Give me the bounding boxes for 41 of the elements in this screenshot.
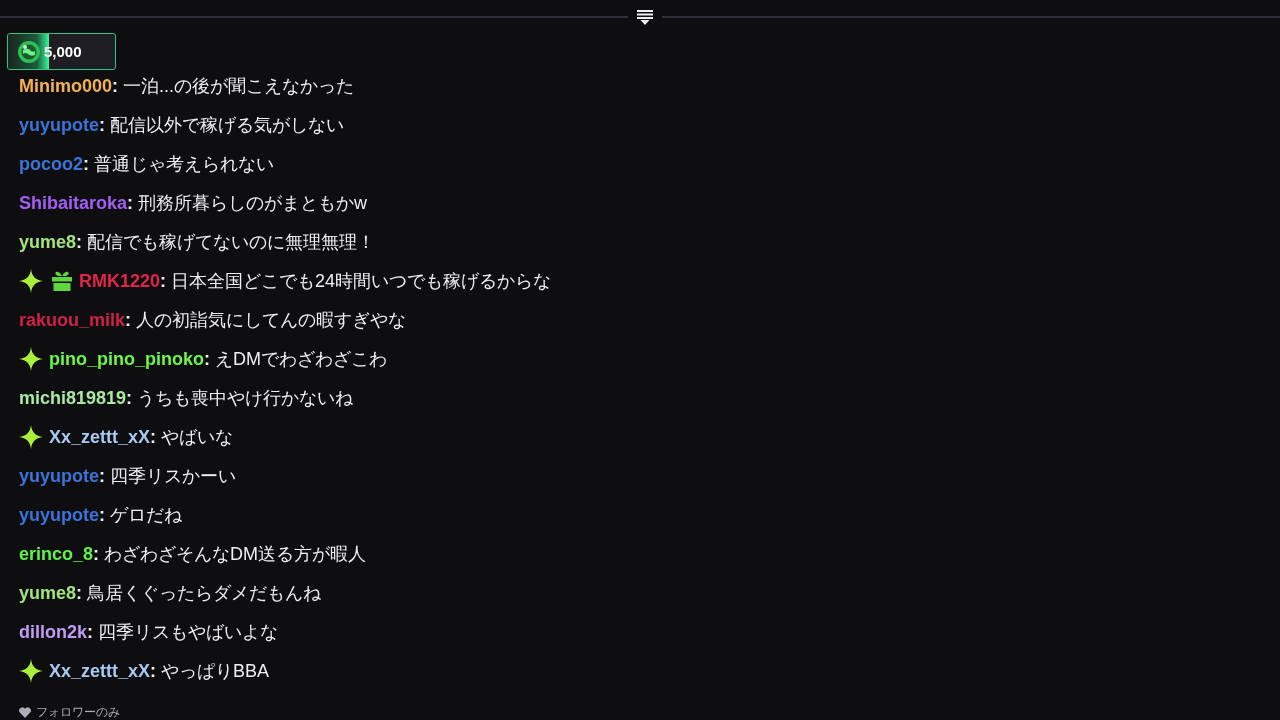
message-text: : 鳥居くぐったらダメだもんね	[76, 582, 322, 605]
sparkle-icon[interactable]	[19, 659, 43, 683]
message-text: : 日本全国どこでも24時間いつでも稼げるからな	[160, 270, 552, 293]
username[interactable]: RMK1220	[79, 270, 161, 292]
message-text: : わざわざそんなDM送る方が暇人	[93, 543, 367, 566]
chat-mode-label: フォロワーのみ	[36, 703, 120, 720]
message-text: : 四季リスかーい	[99, 465, 237, 488]
username[interactable]: yuyupote	[19, 465, 99, 487]
heart-icon	[19, 706, 31, 718]
message-text: : 刑務所暮らしのがまともかw	[127, 192, 368, 215]
message-text: : 四季リスもやばいよな	[87, 621, 279, 644]
username[interactable]: pino_pino_pinoko	[49, 348, 204, 370]
sparkle-icon[interactable]	[19, 269, 43, 293]
message-text: : 配信でも稼げてないのに無理無理！	[76, 231, 376, 254]
message-text: : えDMでわざわざこわ	[204, 348, 387, 371]
message-text: : 普通じゃ考えられない	[83, 153, 275, 176]
username[interactable]: erinco_8	[19, 543, 94, 565]
username[interactable]: Xx_zettt_xX	[49, 426, 151, 448]
username[interactable]: yuyupote	[19, 504, 99, 526]
username[interactable]: pocoo2	[19, 153, 83, 175]
bars-down-arrow-icon[interactable]	[637, 9, 653, 25]
username[interactable]: rakuou_milk	[19, 309, 126, 331]
message-text: : 一泊...の後が聞こえなかった	[112, 75, 355, 98]
message-text: : やっぱりBBA	[150, 660, 270, 683]
message-text: : やばいな	[150, 426, 234, 449]
orb-icon	[18, 40, 40, 63]
username[interactable]: yuyupote	[19, 114, 99, 136]
sparkle-icon[interactable]	[19, 425, 43, 449]
username[interactable]: dillon2k	[19, 621, 87, 643]
gift-icon[interactable]	[52, 271, 72, 291]
username[interactable]: Shibaitaroka	[19, 192, 128, 214]
message-text: : ゲロだね	[99, 504, 183, 527]
username[interactable]: Minimo000	[19, 75, 113, 97]
username[interactable]: Xx_zettt_xX	[49, 660, 151, 682]
sparkle-icon[interactable]	[19, 347, 43, 371]
message-text: : 人の初詣気にしてんの暇すぎやな	[125, 309, 407, 332]
username[interactable]: yume8	[19, 231, 77, 253]
message-text: : うちも喪中やけ行かないね	[126, 387, 354, 410]
message-text: : 配信以外で稼げる気がしない	[99, 114, 345, 137]
username[interactable]: michi819819	[19, 387, 127, 409]
username[interactable]: yume8	[19, 582, 77, 604]
